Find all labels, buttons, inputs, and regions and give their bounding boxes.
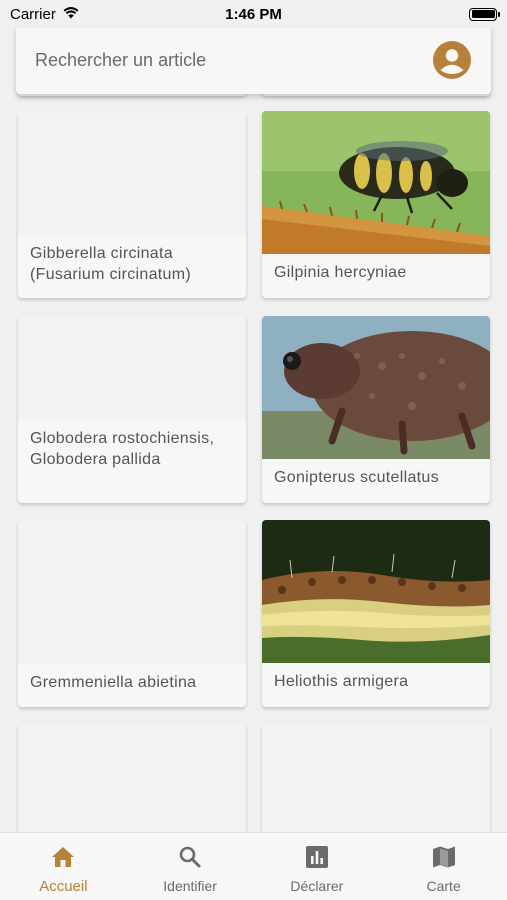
article-title: Gremmeniella abietina [30,674,197,691]
article-image-placeholder [262,724,490,832]
wifi-icon [62,6,80,23]
article-title: Gibberella circinata (Fusarium circinatu… [30,245,191,283]
nav-label: Déclarer [290,878,344,894]
article-title: Gonipterus scutellatus [274,469,439,486]
article-card[interactable] [18,724,246,832]
article-image-placeholder [18,520,246,664]
article-image-weevil [262,316,490,459]
battery-icon [469,7,500,21]
article-card[interactable]: Gonipterus scutellatus [262,316,490,503]
article-card[interactable]: Gibberella circinata (Fusarium circinatu… [18,111,246,298]
nav-item-accueil[interactable]: Accueil [0,845,126,895]
nav-item-carte[interactable]: Carte [381,845,507,894]
article-image-sawfly [262,111,490,254]
article-card[interactable]: Gilpinia hercyniae [262,111,490,298]
bottom-navigation: Accueil Identifier Déclarer Carte [0,832,507,900]
nav-label: Accueil [39,878,88,895]
article-image-placeholder [18,724,246,832]
article-title: Globodera rostochiensis, Globodera palli… [30,430,215,468]
article-card[interactable] [262,724,490,832]
article-title: Gilpinia hercyniae [274,264,407,281]
nav-label: Carte [426,878,461,894]
home-icon [50,845,76,874]
article-title: Heliothis armigera [274,673,409,690]
search-input[interactable]: Rechercher un article [35,50,206,71]
article-image-placeholder [18,316,246,420]
status-bar: Carrier 1:46 PM [0,0,507,28]
search-icon [177,845,203,874]
carrier-label: Carrier [10,5,56,23]
article-card[interactable]: Gremmeniella abietina [18,520,246,707]
map-icon [431,845,457,874]
status-time: 1:46 PM [225,5,282,23]
article-image-placeholder [18,111,246,235]
article-card[interactable]: Globodera rostochiensis, Globodera palli… [18,316,246,503]
article-grid: Gibberella circinata (Fusarium circinatu… [0,0,507,832]
article-image-caterpillar [262,520,490,663]
nav-item-declarer[interactable]: Déclarer [254,845,380,894]
account-icon[interactable] [433,41,471,79]
article-card[interactable]: Heliothis armigera [262,520,490,707]
nav-item-identifier[interactable]: Identifier [127,845,253,894]
nav-label: Identifier [163,878,217,894]
bar-chart-icon [304,845,330,874]
search-bar[interactable]: Rechercher un article [16,26,491,94]
